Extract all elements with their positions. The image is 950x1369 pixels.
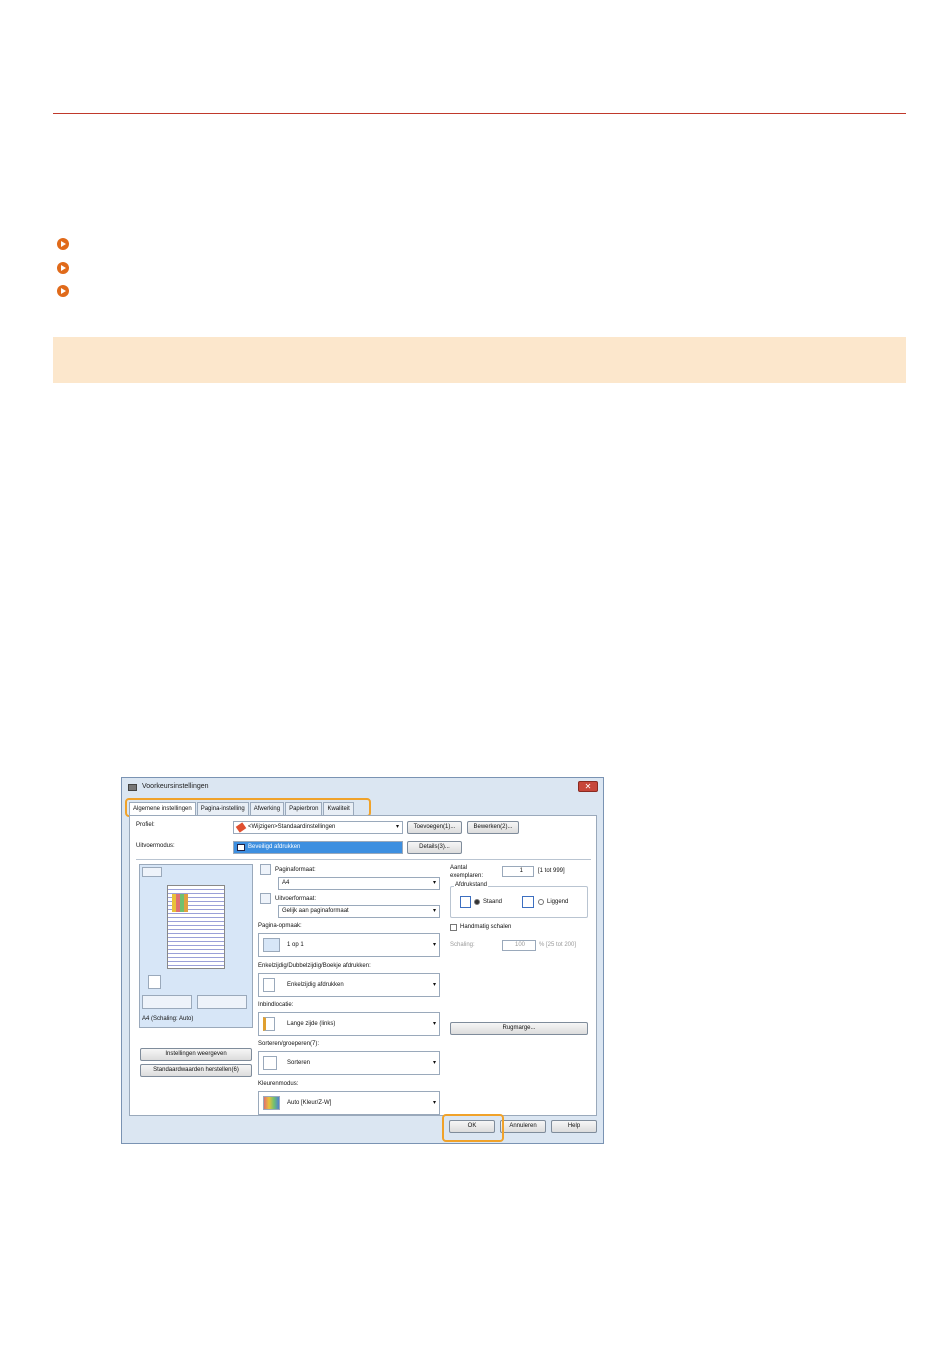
restore-defaults-button[interactable]: Standaardwaarden herstellen(6) — [140, 1064, 252, 1077]
output-mode-select[interactable]: Beveiligd afdrukken ▾ — [233, 841, 403, 854]
portrait-radio[interactable] — [474, 899, 480, 905]
copies-label: Aantal exemplaren: — [450, 865, 484, 879]
color-mode-value: Auto [Kleur/Z-W] — [287, 1100, 332, 1106]
profile-label: Profiel: — [136, 822, 155, 828]
duplex-select[interactable]: Enkelzijdig afdrukken ▾ — [258, 973, 440, 997]
ok-highlight — [442, 1114, 504, 1142]
preview-caption: A4 (Schaling: Auto) — [142, 1016, 194, 1022]
output-size-value: Gelijk aan paginaformaat — [282, 908, 349, 914]
heading-rule — [53, 113, 906, 114]
portrait-label: Staand — [483, 899, 503, 905]
close-button[interactable]: ✕ — [578, 781, 598, 792]
link-bullet-icon[interactable] — [57, 262, 71, 276]
pencil-icon — [235, 822, 247, 833]
duplex-buttons-icon[interactable] — [197, 995, 247, 1009]
layout-select[interactable]: 1 op 1 ▾ — [258, 933, 440, 957]
scaling-input[interactable]: 100 — [502, 940, 536, 951]
chevron-down-icon: ▾ — [432, 982, 436, 988]
page-size-value: A4 — [282, 880, 290, 886]
collate-value: Sorteren — [287, 1060, 311, 1066]
page-size-label: Paginaformaat: — [275, 867, 316, 873]
manual-scale-checkbox[interactable] — [450, 924, 457, 931]
output-size-label: Uitvoerformaat: — [275, 896, 317, 902]
chevron-down-icon: ▾ — [432, 908, 436, 914]
chevron-down-icon: ▾ — [395, 824, 399, 830]
add-profile-button[interactable]: Toevoegen(1)... — [407, 821, 462, 834]
manual-scale-label: Handmatig schalen — [460, 924, 512, 930]
preview-color-block — [172, 894, 188, 912]
chevron-down-icon: ▾ — [432, 1021, 436, 1027]
output-size-icon — [260, 893, 271, 904]
profile-select[interactable]: <Wijzigen>Standaardinstellingen ▾ — [233, 821, 403, 834]
link-bullet-icon[interactable] — [57, 238, 71, 252]
profile-value: <Wijzigen>Standaardinstellingen — [248, 824, 336, 830]
binding-label: Inbindlocatie: — [258, 1002, 294, 1008]
scaling-range: % [25 tot 200] — [539, 942, 577, 948]
dialog-title: Voorkeursinstellingen — [142, 783, 209, 790]
collate-label: Sorteren/groeperen(7): — [258, 1041, 320, 1047]
output-mode-label: Uitvoermodus: — [136, 843, 175, 849]
layout-value: 1 op 1 — [287, 942, 304, 948]
landscape-label: Liggend — [547, 899, 569, 905]
show-settings-button[interactable]: Instellingen weergeven — [140, 1048, 252, 1061]
details-button[interactable]: Details(3)... — [407, 841, 462, 854]
color-mode-icon — [263, 1096, 280, 1110]
binding-value: Lange zijde (links) — [287, 1021, 336, 1027]
page-size-icon — [260, 864, 271, 875]
color-mode-select[interactable]: Auto [Kleur/Z-W] ▾ — [258, 1091, 440, 1115]
output-mode-value: Beveiligd afdrukken — [248, 844, 301, 850]
collate-icon — [263, 1056, 277, 1070]
separator — [136, 859, 591, 860]
collate-select[interactable]: Sorteren ▾ — [258, 1051, 440, 1075]
edit-profile-button[interactable]: Bewerken(2)... — [467, 821, 519, 834]
binding-select[interactable]: Lange zijde (links) ▾ — [258, 1012, 440, 1036]
link-bullet-icon[interactable] — [57, 285, 71, 299]
chevron-down-icon: ▾ — [432, 1100, 436, 1106]
page-size-select[interactable]: A4 ▾ — [278, 877, 440, 890]
chevron-down-icon: ▾ — [432, 880, 436, 886]
layout-icon — [263, 938, 280, 952]
printer-icon — [128, 784, 137, 791]
copies-range: [1 tot 999] — [538, 868, 565, 874]
gutter-button[interactable]: Rugmarge... — [450, 1022, 588, 1035]
preview-mode-icon[interactable] — [142, 867, 162, 877]
color-mode-label: Kleurenmodus: — [258, 1081, 299, 1087]
landscape-icon — [522, 896, 534, 908]
note-banner — [53, 337, 906, 383]
secure-print-icon — [237, 844, 245, 851]
scaling-label: Schaling: — [450, 942, 475, 948]
layout-buttons-icon[interactable] — [142, 995, 192, 1009]
dialog-titlebar: Voorkeursinstellingen ✕ — [122, 778, 603, 797]
preferences-dialog: Voorkeursinstellingen ✕ Algemene instell… — [121, 777, 604, 1144]
output-size-select[interactable]: Gelijk aan paginaformaat ▾ — [278, 905, 440, 918]
preview-pane: A4 (Schaling: Auto) — [139, 864, 253, 1028]
landscape-radio[interactable] — [538, 899, 544, 905]
general-panel: Profiel: <Wijzigen>Standaardinstellingen… — [129, 815, 597, 1116]
preview-page — [167, 885, 225, 969]
chevron-down-icon: ▾ — [432, 1060, 436, 1066]
duplex-label: Enkelzijdig/Dubbelzijdig/Boekje afdrukke… — [258, 963, 371, 969]
single-sided-icon — [263, 978, 275, 992]
help-button[interactable]: Help — [551, 1120, 597, 1133]
binding-icon — [263, 1017, 275, 1031]
layout-label: Pagina-opmaak: — [258, 923, 302, 929]
copies-input[interactable]: 1 — [502, 866, 534, 877]
copies-stack-icon — [148, 975, 161, 989]
orientation-label: Afdrukstand — [454, 882, 489, 888]
portrait-icon — [460, 896, 471, 908]
duplex-value: Enkelzijdig afdrukken — [287, 982, 344, 988]
chevron-down-icon: ▾ — [432, 942, 436, 948]
cancel-button[interactable]: Annuleren — [500, 1120, 546, 1133]
